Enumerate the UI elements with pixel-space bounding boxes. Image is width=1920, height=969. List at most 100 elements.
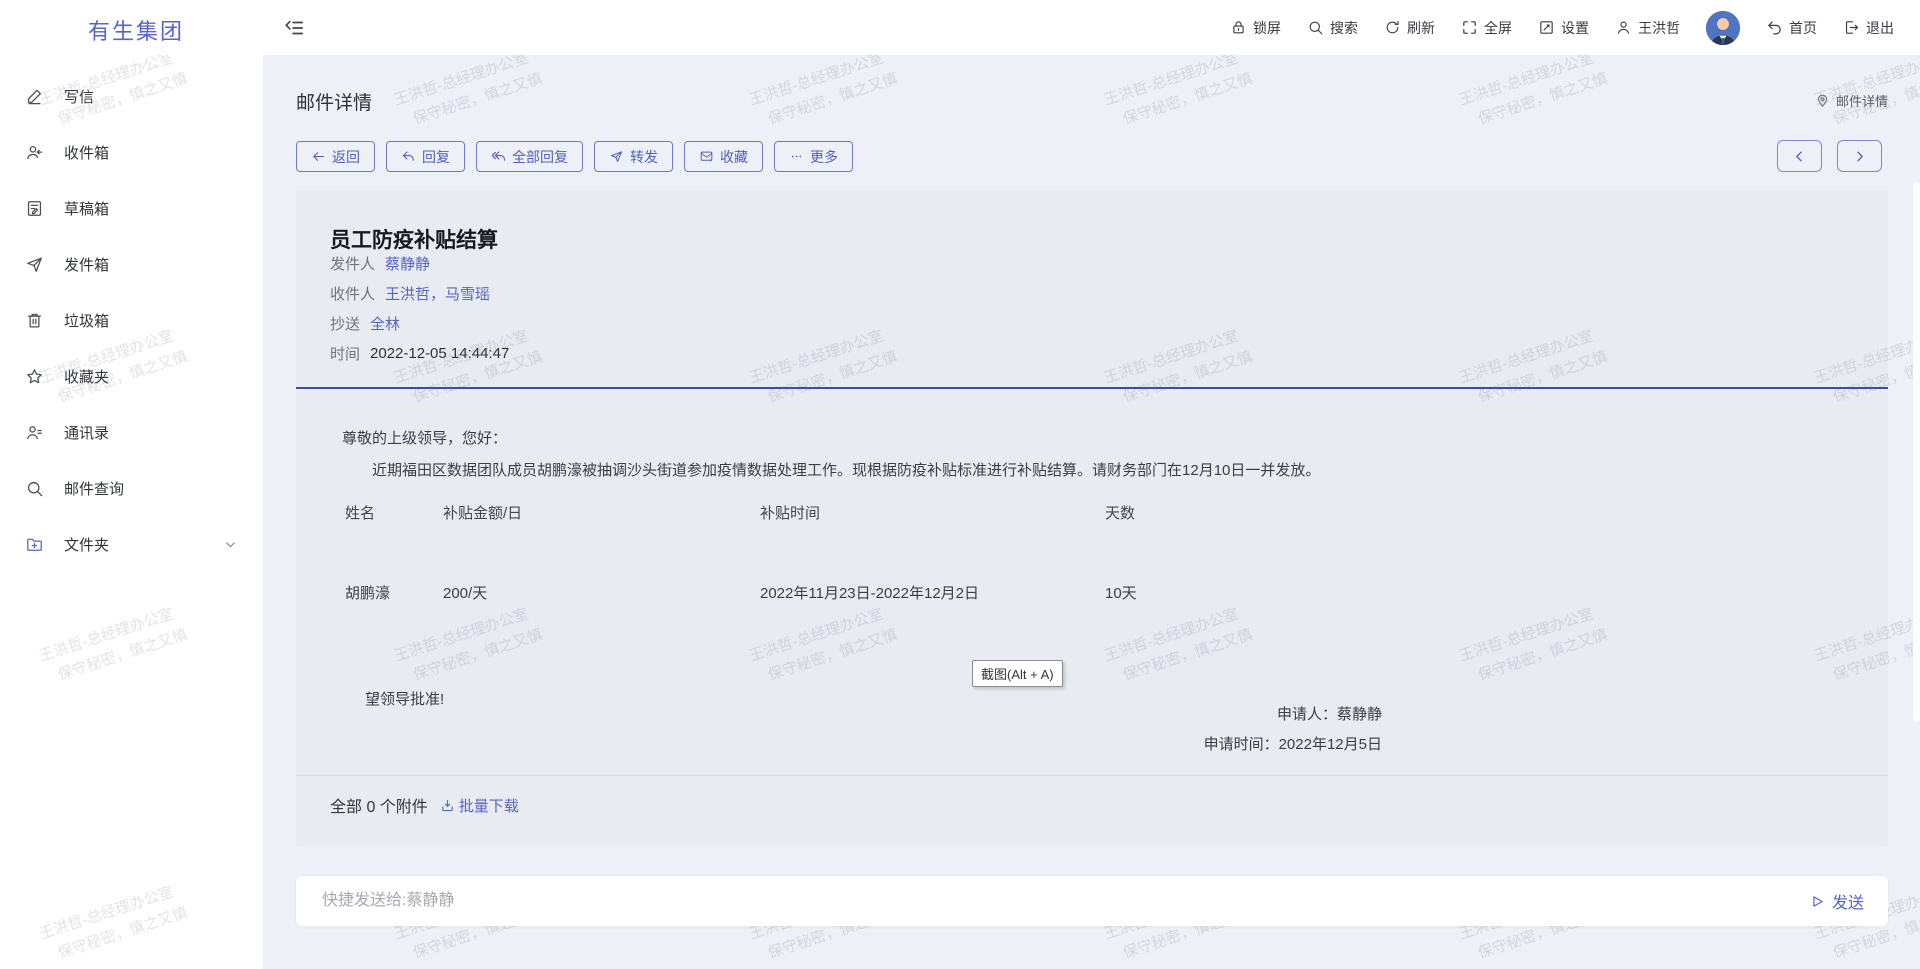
top-bar: 有生集团 锁屏 搜索 刷新 [0,0,1920,55]
attachments-row: 全部 0 个附件 批量下载 [330,793,519,817]
sidebar-menu: 写信 收件箱 草稿箱 发件箱 [0,68,263,572]
sidebar-item-inbox[interactable]: 收件箱 [0,124,263,180]
mail-pager [1777,140,1882,172]
lock-screen-button[interactable]: 锁屏 [1230,18,1281,38]
inbox-icon [25,143,44,162]
home-icon [1766,19,1783,36]
table-cell-days: 10天 [1105,582,1585,603]
favorite-mail-icon [699,149,714,164]
sidebar: 写信 收件箱 草稿箱 发件箱 [0,55,263,969]
applicant-name: 蔡静静 [1337,706,1382,723]
location-pin-icon [1815,93,1830,108]
user-avatar[interactable] [1706,11,1740,45]
apply-time-line: 申请时间：2022年12月5日 [330,733,1382,754]
user-icon [1615,19,1632,36]
applicant-line: 申请人：蔡静静 [330,703,1382,724]
mail-app: 有生集团 锁屏 搜索 刷新 [0,0,1920,969]
mail-meta: 发件人 蔡静静 收件人 王洪哲，马雪瑶 抄送 全林 时间 2022-12-05 … [330,248,509,368]
folder-icon [25,535,44,554]
sidebar-item-contacts[interactable]: 通讯录 [0,404,263,460]
search-icon [1307,19,1324,36]
apply-time-value: 2022年12月5日 [1279,736,1382,753]
reply-all-button[interactable]: 全部回复 [476,141,583,172]
send-button[interactable]: 发送 [1809,889,1864,913]
meta-from: 发件人 蔡静静 [330,248,509,278]
contacts-icon [25,423,44,442]
sidebar-item-favorites[interactable]: 收藏夹 [0,348,263,404]
mail-paragraph: 近期福田区数据团队成员胡鹏濠被抽调沙头街道参加疫情数据处理工作。现根据防疫补贴标… [372,459,1320,480]
page-title: 邮件详情 [296,88,372,115]
reply-icon [401,149,416,164]
sidebar-item-mail-search[interactable]: 邮件查询 [0,460,263,516]
logout-icon [1843,19,1860,36]
search-button[interactable]: 搜索 [1307,18,1358,38]
sidebar-collapse-icon[interactable] [283,17,305,39]
meta-cc: 抄送 全林 [330,308,509,338]
compose-icon [25,87,44,106]
more-icon [789,149,804,164]
subsidy-table: 姓名 补贴金额/日 补贴时间 天数 胡鹏濠 200/天 2022年11月23日-… [345,502,1585,603]
forward-button[interactable]: 转发 [594,141,673,172]
meta-time: 时间 2022-12-05 14:44:47 [330,338,509,368]
favorite-button[interactable]: 收藏 [684,141,763,172]
sent-icon [25,255,44,274]
attachments-summary: 全部 0 个附件 [330,793,428,817]
breadcrumb-label: 邮件详情 [1836,91,1888,110]
main-content: 邮件详情 邮件详情 返回 回复 [263,55,1920,969]
table-header-period: 补贴时间 [760,502,1105,523]
download-icon [440,798,455,813]
chevron-down-icon[interactable] [224,538,237,551]
next-mail-button[interactable] [1837,140,1882,172]
mail-time: 2022-12-05 14:44:47 [370,345,509,362]
table-header-amount: 补贴金额/日 [443,502,760,523]
lock-icon [1230,19,1247,36]
mail-detail-card: 员工防疫补贴结算 发件人 蔡静静 收件人 王洪哲，马雪瑶 抄送 全林 时间 20… [296,190,1888,847]
sidebar-item-drafts[interactable]: 草稿箱 [0,180,263,236]
quick-send-bar: 发送 [296,876,1888,926]
chevron-right-icon [1853,150,1866,163]
reply-button[interactable]: 回复 [386,141,465,172]
reply-all-icon [491,149,506,164]
home-button[interactable]: 首页 [1766,18,1817,38]
chevron-left-icon [1793,150,1806,163]
trash-icon [25,311,44,330]
back-button[interactable]: 返回 [296,141,375,172]
cc-link[interactable]: 全林 [370,313,400,334]
fullscreen-icon [1461,19,1478,36]
recipients-link[interactable]: 王洪哲，马雪瑶 [385,283,490,304]
brand-logo: 有生集团 [88,14,184,46]
sidebar-item-compose[interactable]: 写信 [0,68,263,124]
table-header-name: 姓名 [345,502,443,523]
breadcrumb: 邮件详情 [1815,91,1888,110]
header-divider [296,387,1888,389]
current-user[interactable]: 王洪哲 [1615,18,1680,38]
attachments-divider [296,775,1888,776]
table-header-days: 天数 [1105,502,1585,523]
sender-link[interactable]: 蔡静静 [385,253,430,274]
settings-icon [1538,19,1555,36]
sidebar-item-sent[interactable]: 发件箱 [0,236,263,292]
mail-greeting: 尊敬的上级领导，您好： [342,427,507,448]
vertical-scrollbar[interactable] [1913,182,1920,722]
drafts-icon [25,199,44,218]
logout-button[interactable]: 退出 [1843,18,1894,38]
prev-mail-button[interactable] [1777,140,1822,172]
sidebar-item-trash[interactable]: 垃圾箱 [0,292,263,348]
more-button[interactable]: 更多 [774,141,853,172]
table-cell-amount: 200/天 [443,582,760,603]
quick-send-input[interactable] [320,891,1809,911]
forward-icon [609,149,624,164]
meta-to: 收件人 王洪哲，马雪瑶 [330,278,509,308]
batch-download-link[interactable]: 批量下载 [440,795,519,816]
fullscreen-button[interactable]: 全屏 [1461,18,1512,38]
refresh-icon [1384,19,1401,36]
mail-toolbar: 返回 回复 全部回复 转发 [296,141,853,172]
back-icon [311,149,326,164]
sidebar-item-folders[interactable]: 文件夹 [0,516,263,572]
refresh-button[interactable]: 刷新 [1384,18,1435,38]
screenshot-tooltip: 截图(Alt + A) [972,660,1063,687]
mail-search-icon [25,479,44,498]
topbar-actions: 锁屏 搜索 刷新 全屏 [1230,0,1894,55]
star-icon [25,367,44,386]
settings-button[interactable]: 设置 [1538,18,1589,38]
